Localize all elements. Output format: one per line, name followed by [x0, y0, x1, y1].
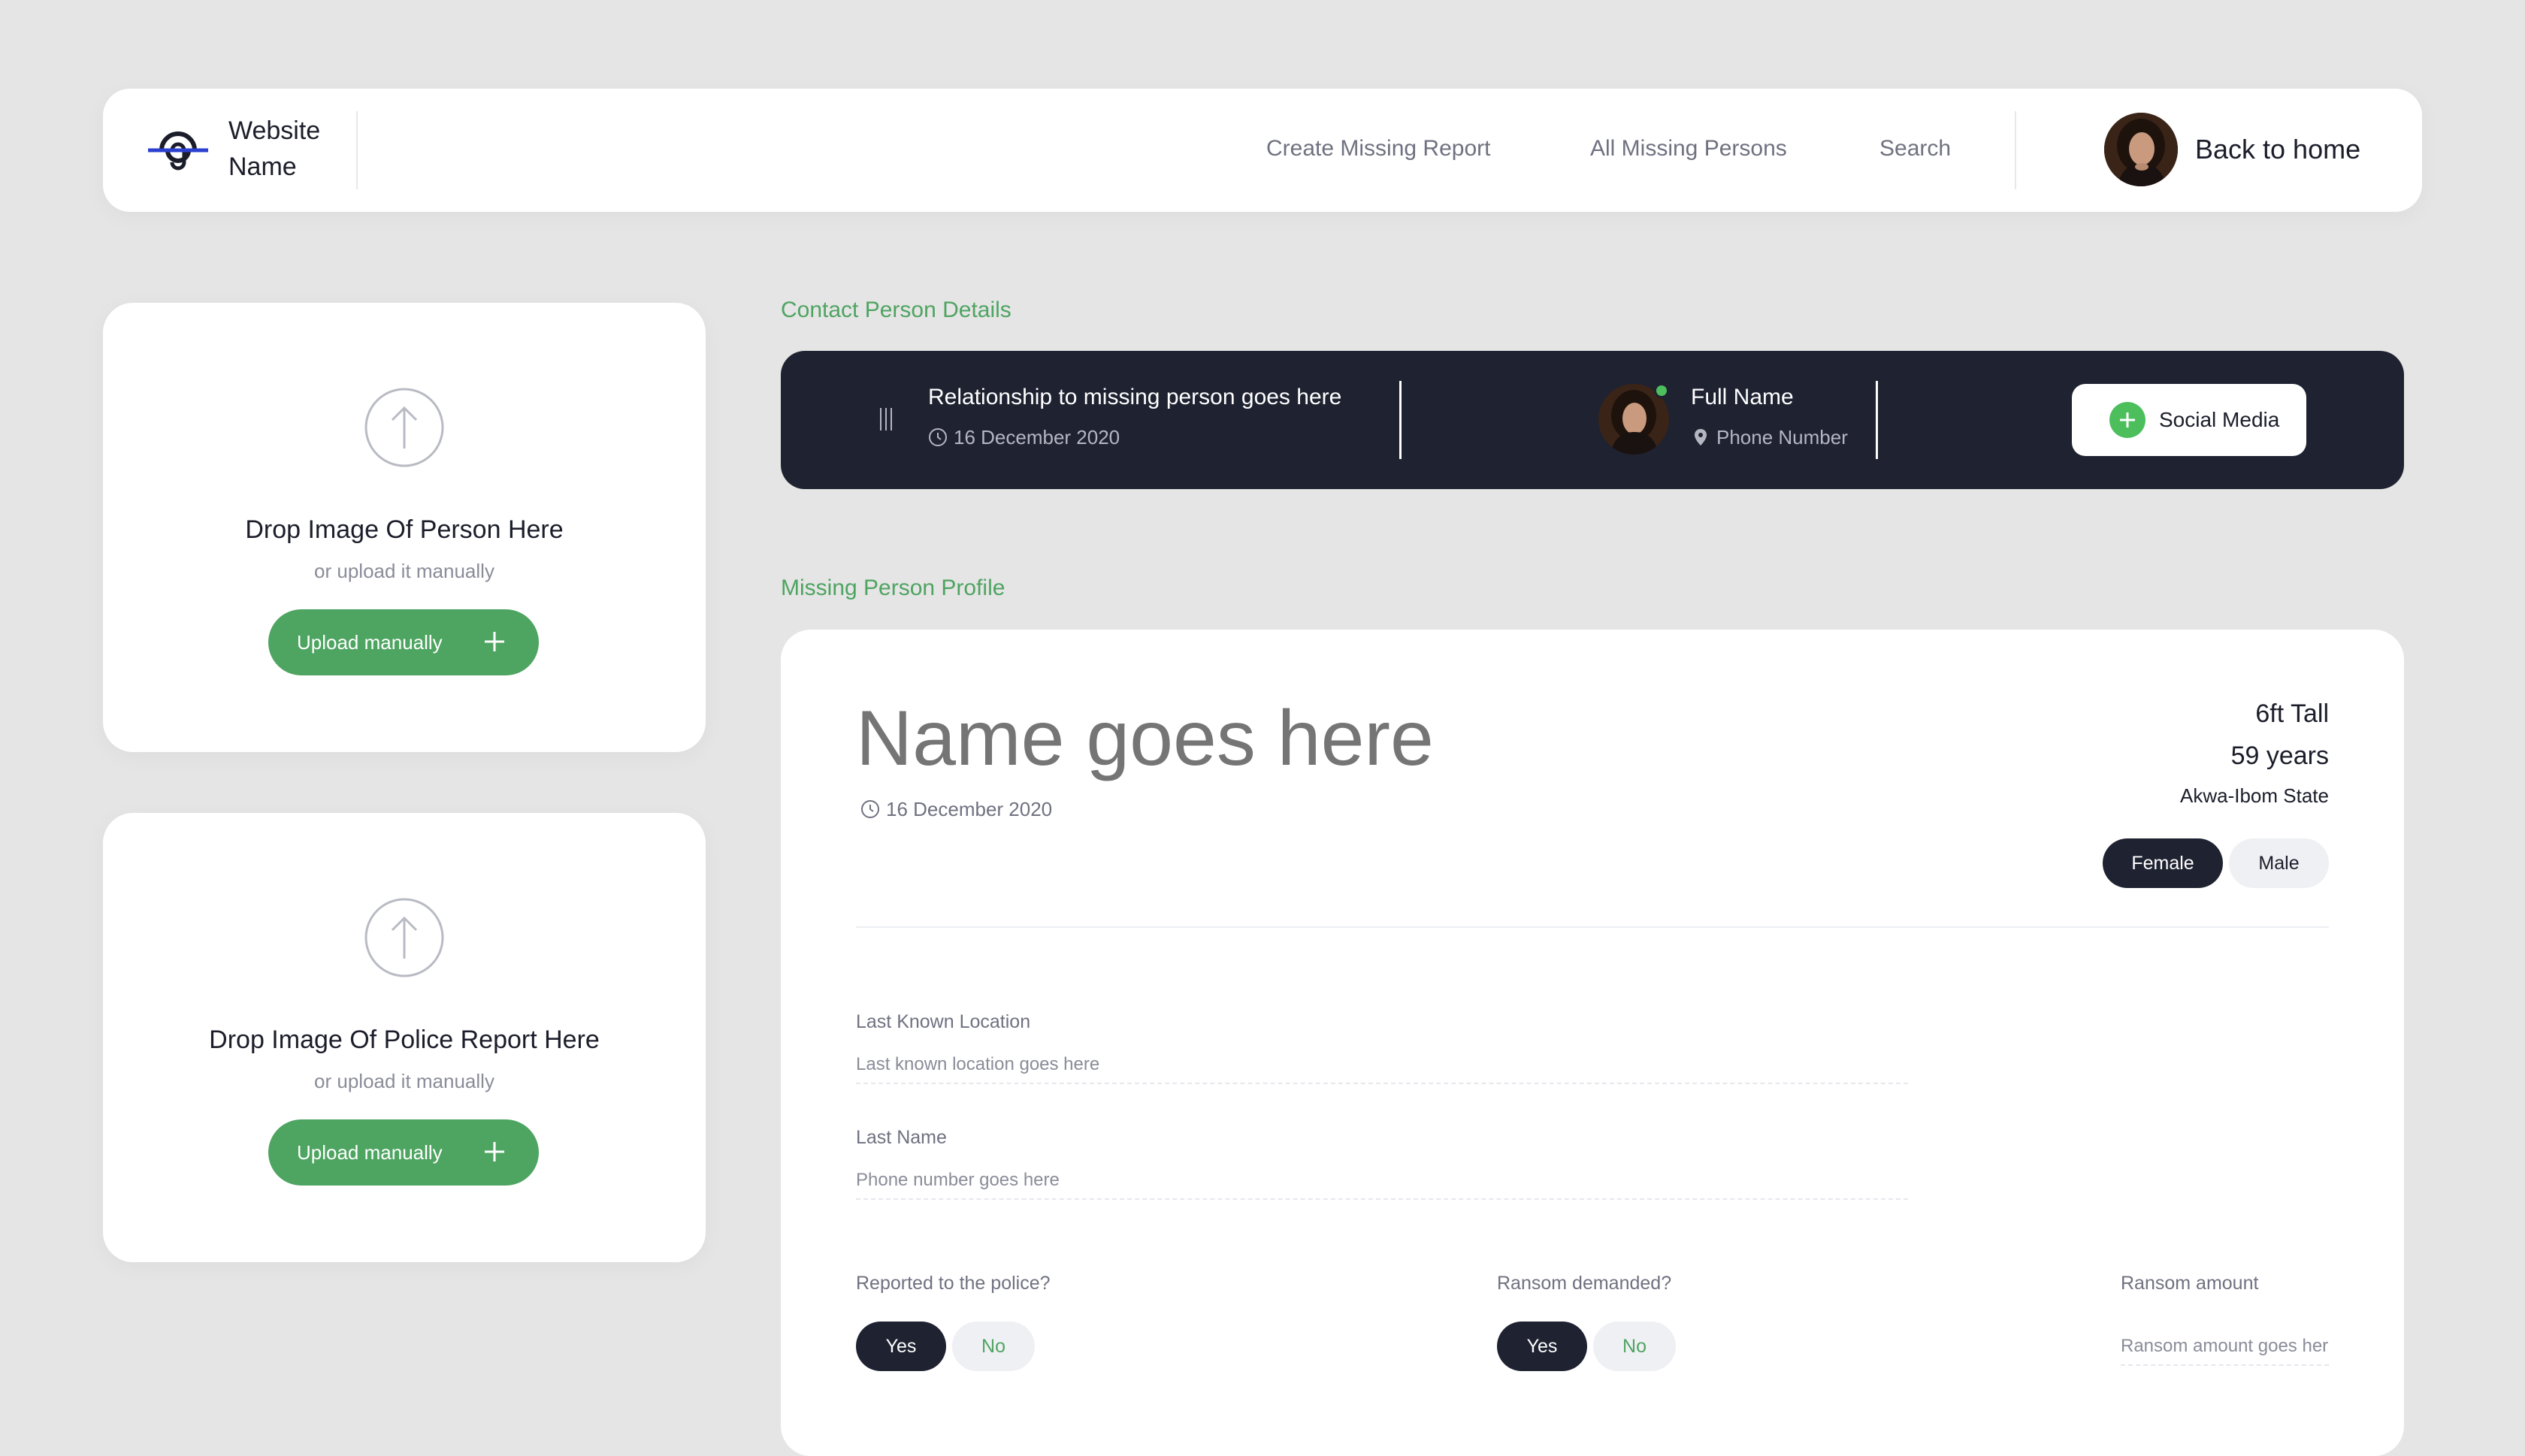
upload-button-label: Upload manually: [297, 1141, 443, 1164]
social-media-label: Social Media: [2159, 408, 2280, 431]
location-pin-icon: [1695, 429, 1707, 446]
ransom-yes-toggle[interactable]: Yes: [1497, 1322, 1587, 1371]
nav-divider: [2015, 111, 2016, 189]
plus-circle-icon: [2109, 402, 2145, 438]
name-input[interactable]: [856, 690, 1683, 787]
contact-phone-text: Phone Number: [1716, 426, 1848, 449]
height-value: 6ft Tall: [2255, 699, 2329, 728]
clock-icon: [929, 428, 947, 446]
upload-card-person[interactable]: Drop Image Of Person Here or upload it m…: [103, 303, 706, 752]
upload-card-police-report[interactable]: Drop Image Of Police Report Here or uplo…: [103, 813, 706, 1262]
upload-manually-button[interactable]: Upload manually: [268, 609, 539, 675]
police-no-toggle[interactable]: No: [952, 1322, 1035, 1371]
contact-phone: Phone Number: [1691, 424, 1848, 450]
upload-title: Drop Image Of Police Report Here: [209, 1026, 600, 1054]
arrow-up-circle-icon: [364, 388, 444, 467]
state-value: Akwa-Ibom State: [2180, 784, 2329, 807]
user-avatar[interactable]: [2104, 113, 2178, 186]
social-media-button[interactable]: Social Media: [2072, 384, 2306, 456]
brand-line-1: Website: [228, 116, 321, 145]
nav-create-missing-report[interactable]: Create Missing Report: [1266, 134, 1490, 164]
brand-divider: [356, 111, 358, 189]
brand-name[interactable]: Website Name: [228, 113, 349, 185]
drag-handle-icon[interactable]: [878, 406, 894, 432]
gender-male-toggle[interactable]: Male: [2229, 838, 2329, 888]
top-navbar: Website Name Create Missing Report All M…: [103, 89, 2422, 212]
missing-person-profile-card: 16 December 2020 6ft Tall 59 years Akwa-…: [781, 630, 2404, 1456]
plus-icon: [485, 1142, 504, 1161]
user-avatar-image: [2104, 113, 2178, 186]
upload-subtitle: or upload it manually: [314, 1070, 494, 1092]
contact-divider: [1399, 381, 1402, 459]
last-name-label: Last Name: [856, 1127, 947, 1148]
last-name-input[interactable]: [856, 1162, 1908, 1200]
plus-icon: [485, 632, 504, 651]
reported-police-label: Reported to the police?: [856, 1273, 1051, 1294]
contact-divider: [1876, 381, 1878, 459]
upload-subtitle: or upload it manually: [314, 560, 494, 582]
ransom-no-toggle[interactable]: No: [1593, 1322, 1676, 1371]
contact-date-text: 16 December 2020: [954, 426, 1120, 449]
contact-person-bar: Relationship to missing person goes here…: [781, 351, 2404, 489]
profile-date: 16 December 2020: [860, 796, 1052, 822]
police-yes-toggle[interactable]: Yes: [856, 1322, 946, 1371]
nav-search[interactable]: Search: [1879, 134, 1951, 164]
clock-icon: [861, 800, 879, 818]
brand-logo-icon[interactable]: [145, 117, 211, 183]
upload-manually-button[interactable]: Upload manually: [268, 1119, 539, 1186]
contact-date: 16 December 2020: [928, 424, 1120, 450]
online-status-dot: [1654, 383, 1669, 398]
ransom-amount-label: Ransom amount: [2121, 1273, 2259, 1294]
arrow-up-circle-icon: [364, 898, 444, 977]
last-location-label: Last Known Location: [856, 1011, 1031, 1032]
profile-divider: [856, 926, 2329, 928]
ransom-amount-input[interactable]: [2121, 1328, 2329, 1366]
upload-button-label: Upload manually: [297, 631, 443, 654]
last-location-input[interactable]: [856, 1047, 1908, 1084]
gender-female-toggle[interactable]: Female: [2103, 838, 2223, 888]
age-value: 59 years: [2230, 742, 2329, 770]
contact-full-name: Full Name: [1691, 385, 1794, 409]
profile-section-label: Missing Person Profile: [781, 575, 1005, 600]
relationship-text: Relationship to missing person goes here: [928, 385, 1342, 409]
upload-title: Drop Image Of Person Here: [245, 515, 564, 544]
nav-all-missing-persons[interactable]: All Missing Persons: [1590, 134, 1787, 164]
back-to-home-link[interactable]: Back to home: [2195, 132, 2360, 167]
brand-line-2: Name: [228, 153, 297, 181]
profile-date-text: 16 December 2020: [886, 798, 1053, 820]
contact-section-label: Contact Person Details: [781, 298, 1012, 322]
ransom-demanded-label: Ransom demanded?: [1497, 1273, 1672, 1294]
